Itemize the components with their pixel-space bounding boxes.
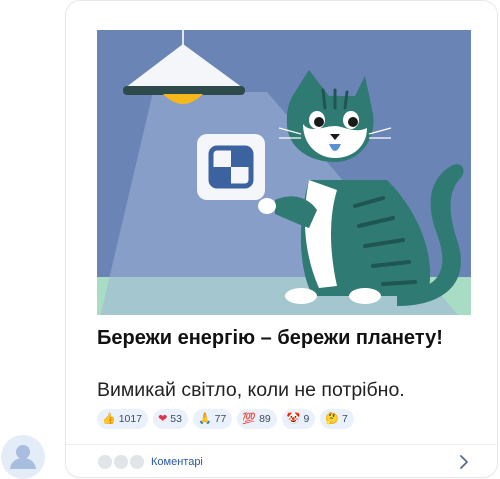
heart-icon: ❤	[158, 412, 168, 425]
thumbs-up-icon: 👍	[102, 412, 116, 425]
post-text: Вимикай світло, коли не потрібно.	[97, 379, 405, 401]
hundred-icon: 💯	[242, 412, 257, 425]
comments-button[interactable]: Коментарі	[97, 452, 473, 472]
comments-label: Коментарі	[151, 456, 203, 468]
reaction-count: 1017	[118, 413, 143, 425]
cat-paw	[258, 198, 276, 214]
praying-hands-icon: 🙏	[197, 412, 212, 425]
reaction-hundred[interactable]: 💯 89	[237, 409, 277, 429]
chevron-right-icon	[460, 455, 468, 469]
reaction-clown-face[interactable]: 🤡 9	[281, 409, 316, 429]
reaction-count: 89	[259, 413, 271, 425]
avatar[interactable]	[1, 435, 45, 479]
clown-face-icon: 🤡	[286, 412, 301, 425]
commenter-avatars	[97, 454, 149, 470]
divider	[66, 444, 497, 445]
reaction-count: 9	[303, 413, 310, 425]
reaction-praying-hands[interactable]: 🙏 77	[192, 409, 233, 429]
commenter-avatar	[97, 454, 113, 470]
commenter-avatar	[129, 454, 145, 470]
thinking-face-icon: 🤔	[325, 412, 339, 425]
reactions-bar: 👍 1017 ❤ 53 🙏 77 💯 89 🤡 9 🤔 7	[97, 409, 354, 429]
reaction-count: 7	[342, 413, 348, 425]
reaction-thumbs-up[interactable]: 👍 1017	[97, 409, 149, 429]
post-illustration	[97, 30, 471, 315]
reaction-count: 53	[170, 413, 182, 425]
reaction-count: 77	[214, 413, 227, 425]
post-title: Бережи енергію – бережи планету!	[97, 327, 443, 349]
reaction-heart[interactable]: ❤ 53	[153, 409, 188, 429]
commenter-avatar	[113, 454, 129, 470]
reaction-thinking-face[interactable]: 🤔 7	[320, 409, 354, 429]
user-silhouette-icon	[10, 445, 36, 469]
